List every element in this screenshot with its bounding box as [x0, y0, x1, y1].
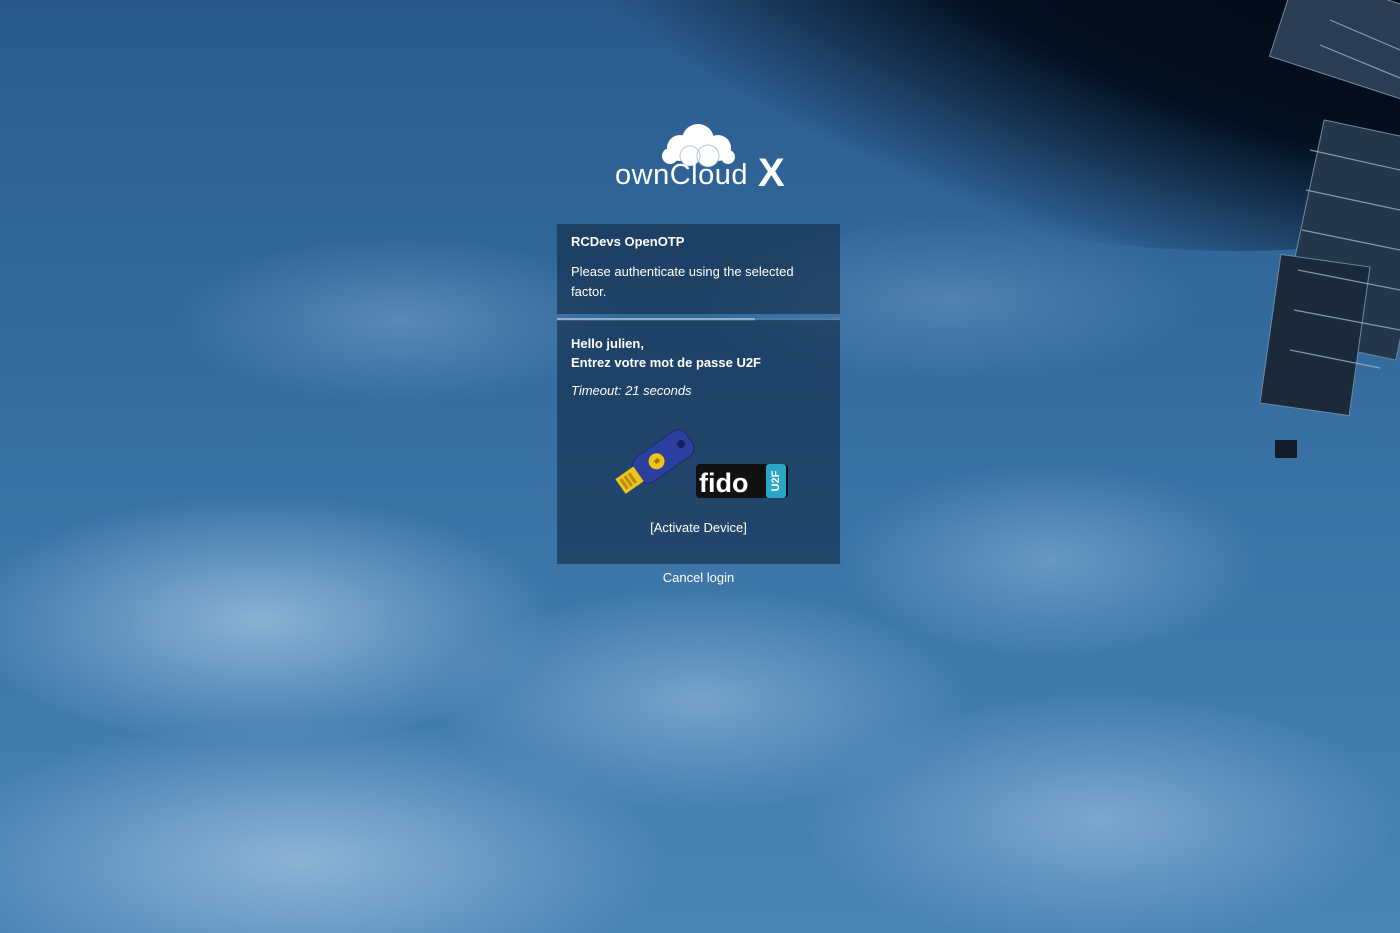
- greeting: Hello julien, Entrez votre mot de passe …: [571, 334, 761, 372]
- cancel-login-link[interactable]: Cancel login: [557, 570, 840, 585]
- svg-text:U2F: U2F: [770, 470, 782, 491]
- owncloud-logo: ownCloud X: [615, 124, 785, 192]
- panel-message: Please authenticate using the selected f…: [571, 264, 794, 299]
- svg-text:ownCloud: ownCloud: [615, 159, 748, 191]
- space-station-image: [1259, 0, 1400, 458]
- security-key-icon: [615, 429, 695, 494]
- greeting-line-1: Hello julien,: [571, 336, 644, 351]
- greeting-line-2: Entrez votre mot de passe U2F: [571, 355, 761, 370]
- svg-text:fido: fido: [699, 468, 748, 498]
- info-panel: RCDevs OpenOTP Please authenticate using…: [557, 224, 840, 314]
- activate-device-link[interactable]: [Activate Device]: [557, 520, 840, 535]
- timeout-text: Timeout: 21 seconds: [571, 383, 692, 398]
- auth-panel: Hello julien, Entrez votre mot de passe …: [557, 320, 840, 564]
- fido-u2f-logo-icon: fido U2F: [696, 464, 788, 498]
- panel-title: RCDevs OpenOTP: [571, 234, 685, 249]
- svg-text:X: X: [758, 151, 785, 192]
